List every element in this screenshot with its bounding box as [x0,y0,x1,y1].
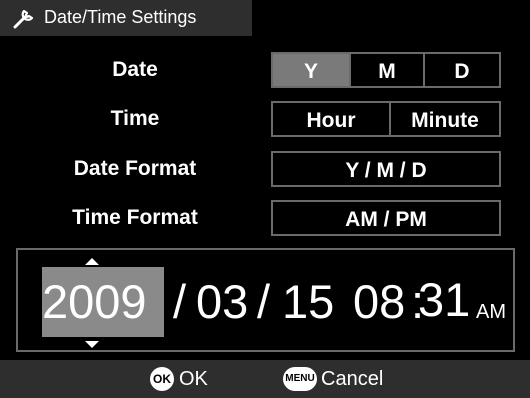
time-format-label: Time Format [72,206,198,229]
minute-value[interactable]: 31 [418,274,470,326]
ampm-value: AM [476,301,506,323]
down-arrow-icon[interactable] [85,341,99,348]
ok-button-icon[interactable]: OK [150,367,174,391]
ok-label[interactable]: OK [179,367,208,391]
date-option-day[interactable]: D [423,52,501,88]
date-format-value[interactable]: Y / M / D [271,151,501,187]
year-value[interactable]: 2009 [42,276,147,328]
time-option-hour[interactable]: Hour [271,101,391,137]
date-time-settings-screen: Date/Time Settings Date Y M D Time Hour … [0,0,530,398]
date-format-label: Date Format [73,157,197,180]
title-bar: Date/Time Settings [0,0,252,36]
date-label: Date [112,58,158,81]
wrench-icon [13,9,34,29]
day-value[interactable]: 15 [282,276,334,328]
hour-value[interactable]: 08 [353,276,405,328]
menu-button-icon[interactable]: MENU [283,367,317,391]
date-separator: / [257,275,271,328]
time-label: Time [110,107,160,130]
up-arrow-icon[interactable] [85,258,99,265]
footer-bar: OK OK MENU Cancel [0,360,530,398]
date-option-year[interactable]: Y [271,52,351,88]
time-format-value[interactable]: AM / PM [271,200,501,236]
date-option-month[interactable]: M [349,52,425,88]
title-bar-fill [252,0,530,36]
month-value[interactable]: 03 [196,276,248,328]
cancel-label[interactable]: Cancel [321,367,383,391]
date-separator: / [173,275,187,328]
time-option-minute[interactable]: Minute [389,101,501,137]
page-title: Date/Time Settings [44,7,197,27]
